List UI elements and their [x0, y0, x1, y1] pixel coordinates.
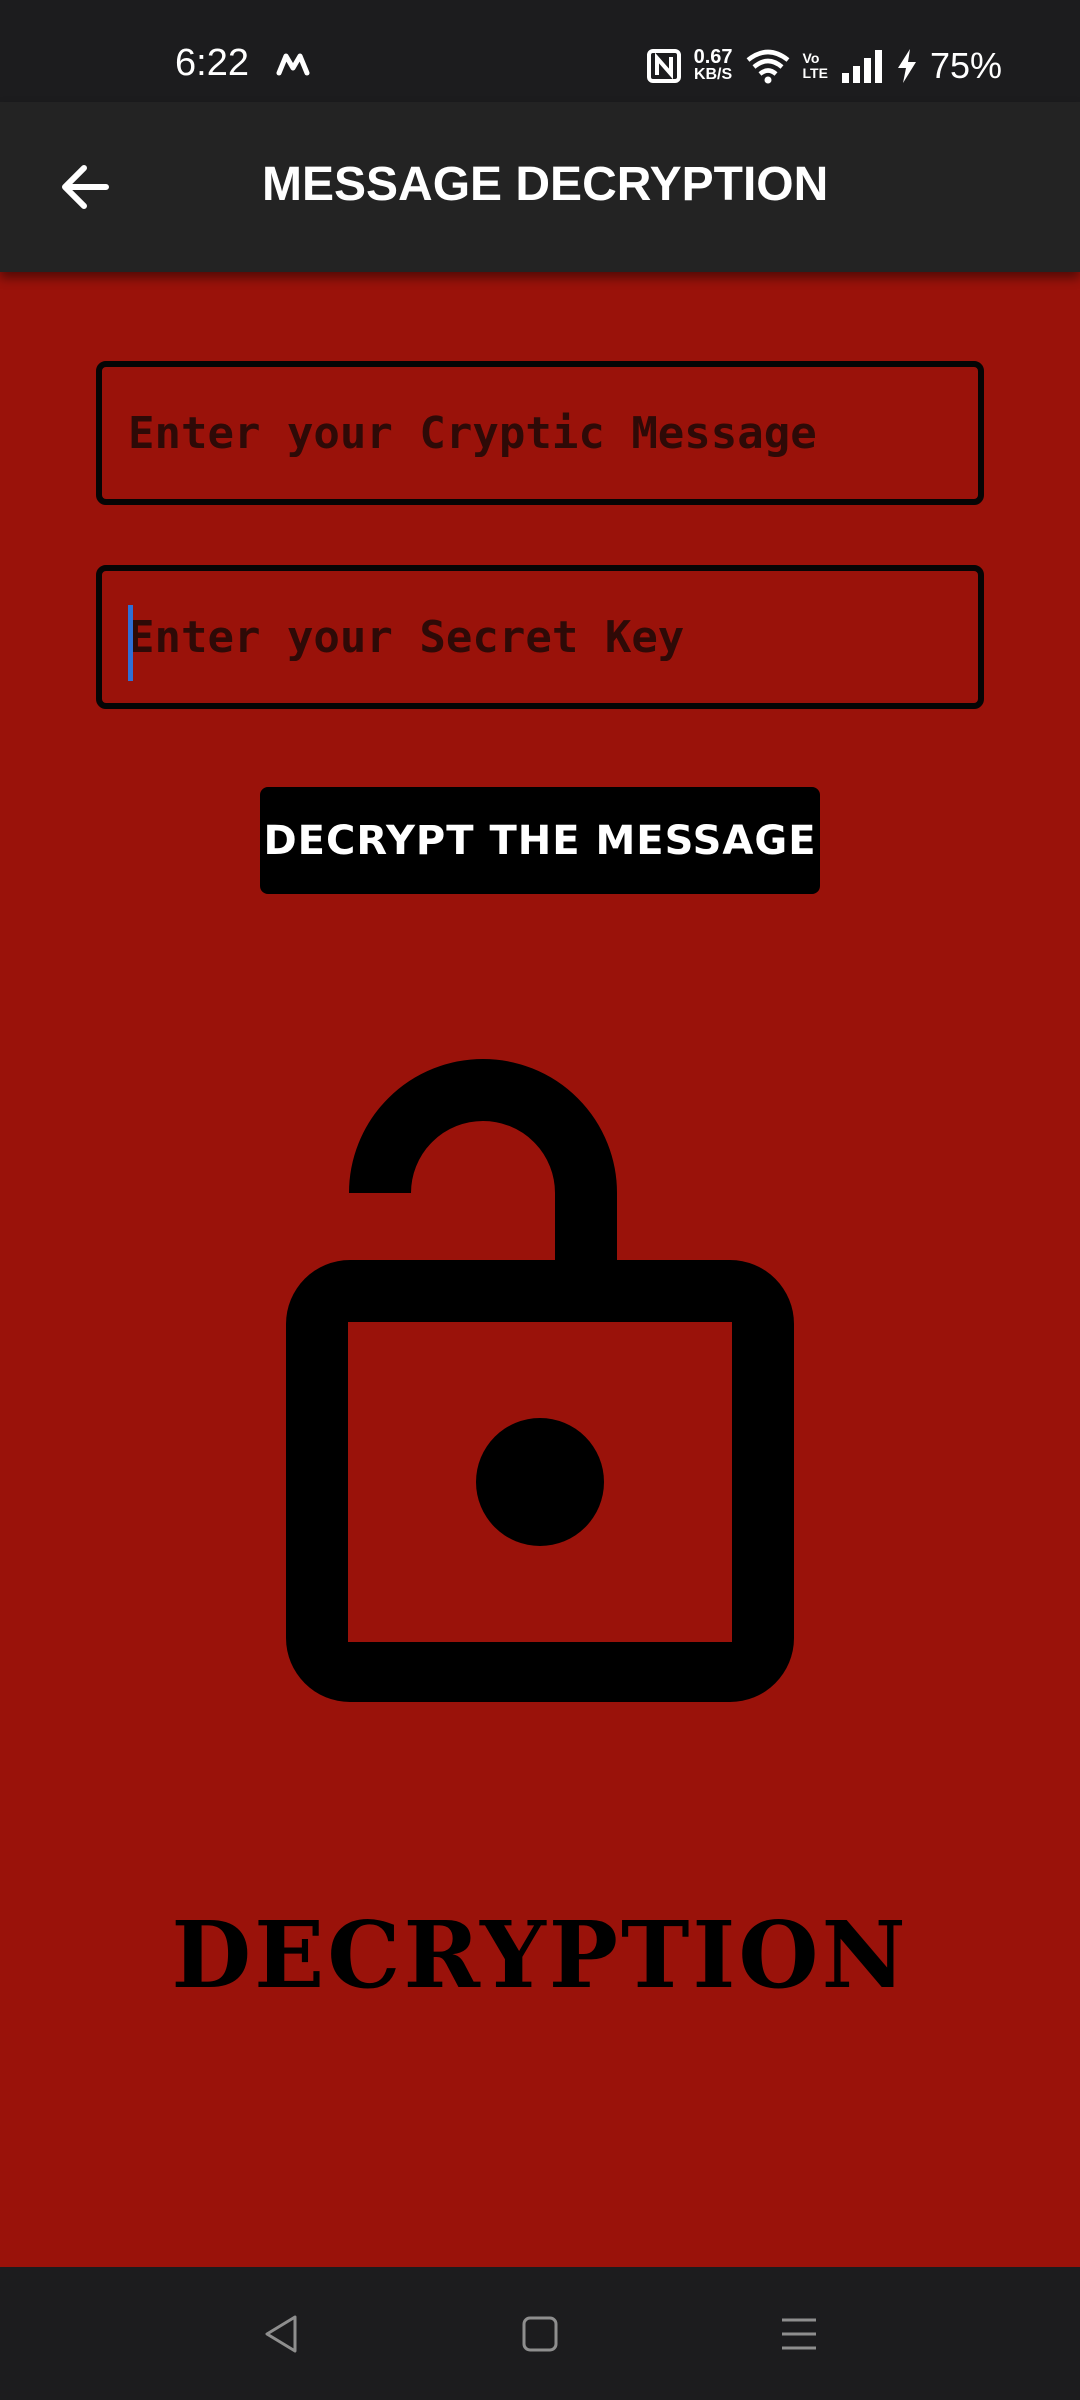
volte-bottom: LTE — [802, 65, 828, 81]
volte-top: Vo — [802, 50, 820, 66]
secret-key-field — [96, 565, 984, 709]
battery-percent: 75% — [929, 45, 1002, 86]
network-speed: 0.67 KB/S — [693, 46, 733, 84]
cryptic-message-input[interactable] — [102, 367, 978, 499]
nav-recents-button[interactable] — [774, 2309, 824, 2359]
nav-back-icon — [265, 2315, 297, 2353]
nav-recents-icon — [782, 2318, 816, 2350]
decrypt-button[interactable]: DECRYPT THE MESSAGE — [260, 787, 820, 894]
signal-icon — [841, 50, 882, 83]
network-speed-value: 0.67 — [693, 46, 733, 68]
unlocked-padlock-icon — [286, 1059, 794, 1702]
volte-indicator: Vo LTE — [803, 51, 828, 81]
system-nav-bar — [0, 2267, 1080, 2400]
charging-icon — [897, 49, 916, 83]
status-time: 6:22 — [175, 42, 249, 84]
wifi-icon — [746, 49, 789, 84]
cryptic-message-field — [96, 361, 984, 505]
nav-home-icon — [522, 2316, 558, 2352]
network-speed-unit: KB/S — [693, 66, 733, 83]
nfc-icon — [646, 49, 681, 83]
app-bar: MESSAGE DECRYPTION — [0, 102, 1080, 272]
nav-home-button[interactable] — [515, 2309, 565, 2359]
secret-key-input[interactable] — [102, 571, 978, 703]
back-button[interactable] — [50, 152, 120, 222]
status-bar: 6:22 0.67 KB/S Vo LTE 75% — [0, 0, 1080, 102]
page-title: MESSAGE DECRYPTION — [262, 158, 829, 211]
m-app-icon — [276, 53, 310, 76]
text-cursor — [128, 605, 133, 681]
arrow-left-icon — [62, 165, 109, 209]
decryption-label: DECRYPTION — [171, 1901, 909, 2009]
status-icons: 0.67 KB/S Vo LTE 75% — [646, 45, 1002, 86]
nav-back-button[interactable] — [256, 2309, 306, 2359]
